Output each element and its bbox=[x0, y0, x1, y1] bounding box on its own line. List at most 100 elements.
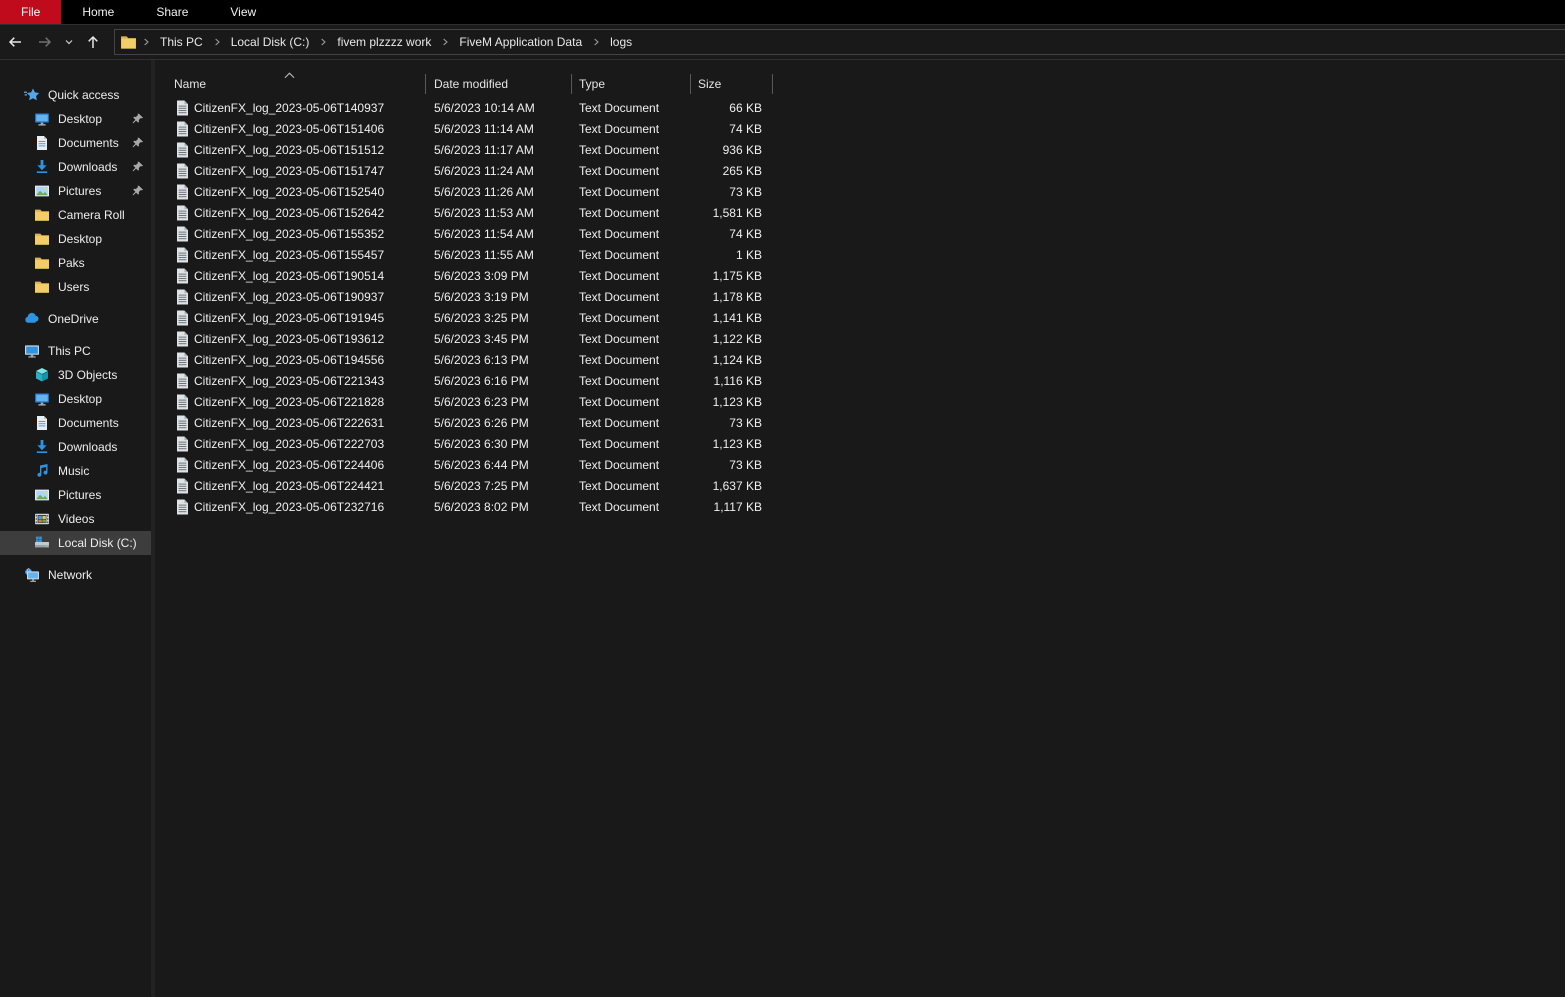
file-size: 1,123 KB bbox=[712, 436, 762, 451]
sidebar-item-desktop[interactable]: Desktop bbox=[0, 107, 151, 131]
file-type: Text Document bbox=[579, 499, 660, 514]
sidebar-item-network[interactable]: Network bbox=[0, 563, 151, 587]
file-name: CitizenFX_log_2023-05-06T193612 bbox=[194, 331, 385, 346]
file-row[interactable]: CitizenFX_log_2023-05-06T151512 5/6/2023… bbox=[155, 139, 1565, 160]
text-document-icon bbox=[176, 478, 189, 494]
sidebar-item-camera-roll[interactable]: Camera Roll bbox=[0, 203, 151, 227]
desktop-icon bbox=[34, 391, 50, 407]
breadcrumb-chevron-icon[interactable] bbox=[439, 36, 451, 48]
pictures-icon bbox=[34, 183, 50, 199]
text-document-icon bbox=[176, 268, 189, 284]
sidebar-item-downloads[interactable]: Downloads bbox=[0, 155, 151, 179]
file-date-modified: 5/6/2023 8:02 PM bbox=[434, 499, 529, 514]
file-date-modified: 5/6/2023 6:44 PM bbox=[434, 457, 529, 472]
sidebar-item-desktop[interactable]: Desktop bbox=[0, 227, 151, 251]
file-size: 74 KB bbox=[729, 226, 762, 241]
breadcrumb-chevron-icon[interactable] bbox=[590, 36, 602, 48]
file-row[interactable]: CitizenFX_log_2023-05-06T224421 5/6/2023… bbox=[155, 475, 1565, 496]
up-button[interactable] bbox=[78, 27, 108, 57]
sidebar-item-documents[interactable]: Documents bbox=[0, 411, 151, 435]
recent-locations-button[interactable] bbox=[60, 27, 78, 57]
sidebar-item-paks[interactable]: Paks bbox=[0, 251, 151, 275]
breadcrumb-item-fivem-application-data[interactable]: FiveM Application Data bbox=[452, 30, 589, 54]
sidebar-item-label: Documents bbox=[58, 416, 119, 430]
file-name-cell: CitizenFX_log_2023-05-06T224421 bbox=[155, 478, 426, 494]
file-size: 1,117 KB bbox=[713, 499, 762, 514]
breadcrumb-item-fivem-plzzzz-work[interactable]: fivem plzzzz work bbox=[330, 30, 438, 54]
sidebar-item-pictures[interactable]: Pictures bbox=[0, 483, 151, 507]
file-row[interactable]: CitizenFX_log_2023-05-06T190937 5/6/2023… bbox=[155, 286, 1565, 307]
file-date-modified: 5/6/2023 3:45 PM bbox=[434, 331, 529, 346]
sidebar-item-onedrive[interactable]: OneDrive bbox=[0, 307, 151, 331]
text-document-icon bbox=[176, 289, 189, 305]
sidebar-item-music[interactable]: Music bbox=[0, 459, 151, 483]
sidebar-item-local-disk-c[interactable]: Local Disk (C:) bbox=[0, 531, 151, 555]
breadcrumb-chevron-icon[interactable] bbox=[211, 36, 223, 48]
file-row[interactable]: CitizenFX_log_2023-05-06T221828 5/6/2023… bbox=[155, 391, 1565, 412]
column-header-date-modified[interactable]: Date modified bbox=[426, 71, 572, 97]
file-row[interactable]: CitizenFX_log_2023-05-06T224406 5/6/2023… bbox=[155, 454, 1565, 475]
file-row[interactable]: CitizenFX_log_2023-05-06T232716 5/6/2023… bbox=[155, 496, 1565, 517]
breadcrumb-item-local-disk-c[interactable]: Local Disk (C:) bbox=[224, 30, 317, 54]
breadcrumb-chevron-icon[interactable] bbox=[317, 36, 329, 48]
pin-icon bbox=[132, 113, 144, 125]
file-date-modified: 5/6/2023 11:53 AM bbox=[434, 205, 534, 220]
file-size: 1,581 KB bbox=[712, 205, 762, 220]
file-row[interactable]: CitizenFX_log_2023-05-06T151747 5/6/2023… bbox=[155, 160, 1565, 181]
file-type: Text Document bbox=[579, 436, 660, 451]
ribbon-tab-file[interactable]: File bbox=[0, 0, 62, 24]
breadcrumb-chevron-icon[interactable] bbox=[140, 36, 152, 48]
text-document-icon bbox=[176, 205, 189, 221]
column-header-type[interactable]: Type bbox=[572, 71, 691, 97]
local-disk-icon bbox=[34, 535, 50, 551]
column-header-size[interactable]: Size bbox=[691, 71, 773, 97]
file-size: 1,178 KB bbox=[712, 289, 762, 304]
ribbon-tab-share[interactable]: Share bbox=[135, 0, 209, 24]
file-date-modified: 5/6/2023 3:25 PM bbox=[434, 310, 529, 325]
file-row[interactable]: CitizenFX_log_2023-05-06T221343 5/6/2023… bbox=[155, 370, 1565, 391]
breadcrumb-item-this-pc[interactable]: This PC bbox=[153, 30, 210, 54]
sidebar-item-3d-objects[interactable]: 3D Objects bbox=[0, 363, 151, 387]
text-document-icon bbox=[176, 100, 189, 116]
file-name-cell: CitizenFX_log_2023-05-06T155457 bbox=[155, 247, 426, 263]
sidebar-item-quick-access[interactable]: Quick access bbox=[0, 83, 151, 107]
file-row[interactable]: CitizenFX_log_2023-05-06T152540 5/6/2023… bbox=[155, 181, 1565, 202]
file-row[interactable]: CitizenFX_log_2023-05-06T190514 5/6/2023… bbox=[155, 265, 1565, 286]
ribbon-tab-view[interactable]: View bbox=[209, 0, 277, 24]
file-date-modified: 5/6/2023 10:14 AM bbox=[434, 100, 535, 115]
sidebar-item-this-pc[interactable]: This PC bbox=[0, 339, 151, 363]
file-row[interactable]: CitizenFX_log_2023-05-06T151406 5/6/2023… bbox=[155, 118, 1565, 139]
sidebar-item-downloads[interactable]: Downloads bbox=[0, 435, 151, 459]
ribbon-tab-strip: File Home Share View bbox=[0, 0, 1565, 24]
sidebar-item-documents[interactable]: Documents bbox=[0, 131, 151, 155]
file-size: 66 KB bbox=[729, 100, 762, 115]
file-type: Text Document bbox=[579, 289, 660, 304]
sidebar-item-pictures[interactable]: Pictures bbox=[0, 179, 151, 203]
file-row[interactable]: CitizenFX_log_2023-05-06T222631 5/6/2023… bbox=[155, 412, 1565, 433]
forward-button[interactable] bbox=[30, 27, 60, 57]
back-button[interactable] bbox=[0, 27, 30, 57]
sidebar-item-users[interactable]: Users bbox=[0, 275, 151, 299]
file-row[interactable]: CitizenFX_log_2023-05-06T222703 5/6/2023… bbox=[155, 433, 1565, 454]
file-row[interactable]: CitizenFX_log_2023-05-06T194556 5/6/2023… bbox=[155, 349, 1565, 370]
file-row[interactable]: CitizenFX_log_2023-05-06T155352 5/6/2023… bbox=[155, 223, 1565, 244]
file-row[interactable]: CitizenFX_log_2023-05-06T140937 5/6/2023… bbox=[155, 97, 1565, 118]
file-date-modified: 5/6/2023 3:19 PM bbox=[434, 289, 529, 304]
sidebar-item-videos[interactable]: Videos bbox=[0, 507, 151, 531]
file-row[interactable]: CitizenFX_log_2023-05-06T152642 5/6/2023… bbox=[155, 202, 1565, 223]
file-date-modified: 5/6/2023 6:23 PM bbox=[434, 394, 529, 409]
file-type: Text Document bbox=[579, 121, 660, 136]
ribbon-tab-home[interactable]: Home bbox=[61, 0, 135, 24]
videos-icon bbox=[34, 511, 50, 527]
network-icon bbox=[24, 567, 40, 583]
column-header-name[interactable]: Name bbox=[155, 71, 426, 97]
sidebar-item-desktop[interactable]: Desktop bbox=[0, 387, 151, 411]
file-row[interactable]: CitizenFX_log_2023-05-06T193612 5/6/2023… bbox=[155, 328, 1565, 349]
text-document-icon bbox=[176, 310, 189, 326]
address-bar[interactable]: This PC Local Disk (C:) fivem plzzzz work F… bbox=[114, 29, 1565, 55]
file-row[interactable]: CitizenFX_log_2023-05-06T191945 5/6/2023… bbox=[155, 307, 1565, 328]
navigation-pane: Quick access Desktop Documents Downloads… bbox=[0, 60, 151, 997]
file-row[interactable]: CitizenFX_log_2023-05-06T155457 5/6/2023… bbox=[155, 244, 1565, 265]
text-document-icon bbox=[176, 226, 189, 242]
breadcrumb-item-logs[interactable]: logs bbox=[603, 30, 639, 54]
